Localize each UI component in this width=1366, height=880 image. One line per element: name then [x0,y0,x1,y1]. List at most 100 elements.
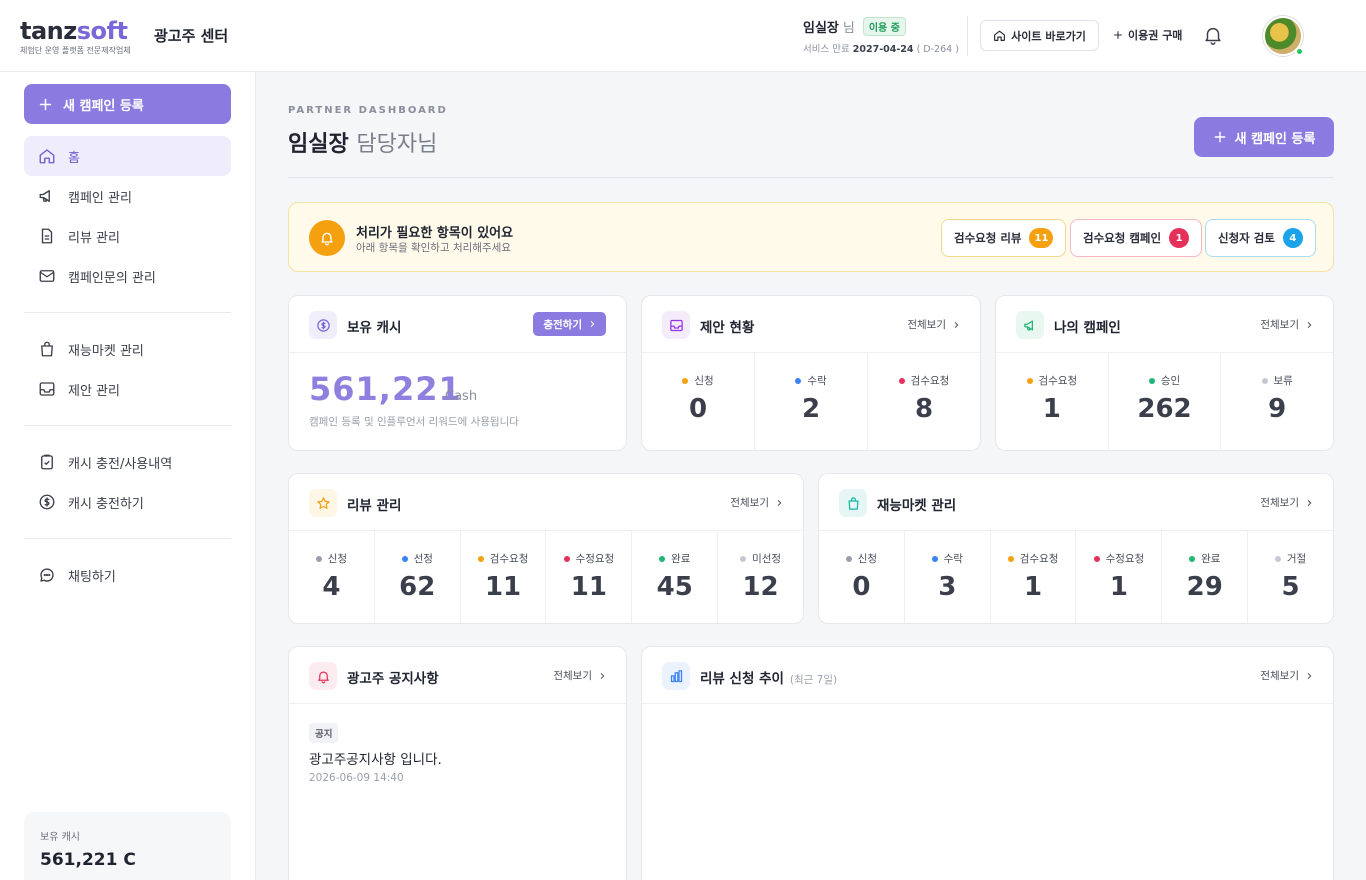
notice-item-title[interactable]: 광고주공지사항 입니다. [309,748,442,768]
stat-value: 0 [852,572,871,602]
view-all-link[interactable]: 전체보기 [1260,317,1313,332]
talent-market-card: 재능마켓 관리 전체보기 신청 0 수락 3 검수요청 1 수정요청 1 완료 29 거절… [818,473,1334,624]
stat-item[interactable]: 검수요청 8 [868,353,980,450]
site-shortcut-label: 사이트 바로가기 [1011,29,1086,43]
stat-item[interactable]: 수정요청 11 [546,531,633,623]
user-suffix: 님 [842,21,855,36]
site-shortcut-button[interactable]: 사이트 바로가기 [980,20,1099,51]
sidebar-item-home[interactable]: 홈 [24,136,231,176]
sidebar-new-campaign-label: 새 캠페인 등록 [63,98,144,114]
stat-item[interactable]: 완료 29 [1162,531,1249,623]
stat-item[interactable]: 완료 45 [632,531,719,623]
trend-period-hint: (최근 7일) [789,674,838,686]
sidebar-item-label: 재능마켓 관리 [68,343,144,359]
new-campaign-label: 새 캠페인 등록 [1234,131,1316,147]
stat-value: 2 [801,394,821,424]
sidebar-item-label: 리뷰 관리 [68,230,120,246]
view-all-link[interactable]: 전체보기 [1260,668,1313,683]
stat-label: 거절 [1286,553,1307,565]
sidebar-new-campaign-button[interactable]: 새 캠페인 등록 [24,84,231,124]
chevron-right-icon [600,672,605,679]
stat-item[interactable]: 검수요청 1 [991,531,1077,623]
stat-item[interactable]: 검수요청 1 [996,353,1109,450]
clipboard-icon [41,454,53,470]
stat-value: 262 [1137,394,1192,424]
stat-label: 완료 [1201,553,1221,565]
stat-item[interactable]: 수락 2 [755,353,868,450]
pending-review-pill[interactable]: 검수요청 리뷰 11 [941,219,1067,257]
status-dot [1026,377,1033,384]
status-dot [315,555,322,562]
buy-pass-link[interactable]: 이용권 구매 [1113,27,1182,43]
stat-label: 수락 [807,375,827,387]
stat-item[interactable]: 신청 0 [819,531,905,623]
view-all-link[interactable]: 전체보기 [907,317,960,332]
stat-value: 8 [914,394,934,424]
review-trend-card: 리뷰 신청 추이 (최근 7일) 전체보기 [641,646,1334,880]
top-header: tanzsoft 체험단 운영 플랫폼 전문제작업체 광고주 센터 임실장 님 … [0,0,1366,72]
status-dot [1148,377,1155,384]
stat-item[interactable]: 검수요청 11 [461,531,547,623]
sidebar-item-cash-history[interactable]: 캐시 충전/사용내역 [24,442,231,482]
applicant-review-pill[interactable]: 신청자 검토 4 [1205,219,1316,257]
stat-item[interactable]: 선정 62 [375,531,461,623]
sidebar-item-inquiry[interactable]: 캠페인문의 관리 [24,256,231,296]
sidebar-item-campaign[interactable]: 캠페인 관리 [24,176,231,216]
sidebar-item-label: 제안 관리 [68,383,120,399]
card-title: 리뷰 관리 [347,498,402,514]
advertiser-notice-card: 광고주 공지사항 전체보기 공지 광고주공지사항 입니다. 2026-06-09… [288,646,627,880]
sidebar-item-market[interactable]: 재능마켓 관리 [24,329,231,369]
status-badge: 이용 중 [862,17,906,36]
stat-label: 검수요청 [1019,553,1059,565]
sidebar-item-proposal[interactable]: 제안 관리 [24,369,231,409]
sidebar-item-label: 캠페인문의 관리 [68,270,156,286]
card-title: 보유 캐시 [347,320,402,336]
stat-row: 검수요청 1 승인 262 보류 9 [996,353,1333,450]
pill-label: 검수요청 리뷰 [954,231,1022,245]
logo[interactable]: tanzsoft 체험단 운영 플랫폼 전문제작업체 [20,18,131,56]
stat-item[interactable]: 거절 5 [1248,531,1333,623]
card-title: 재능마켓 관리 [877,498,957,514]
sidebar-item-review[interactable]: 리뷰 관리 [24,216,231,256]
view-all-link[interactable]: 전체보기 [553,668,606,683]
stat-item[interactable]: 신청 4 [289,531,375,623]
dollar-icon [309,311,337,339]
stat-label: 수정요청 [575,553,615,565]
chevron-right-icon [1307,321,1312,328]
stat-item[interactable]: 수락 3 [905,531,991,623]
my-campaign-card: 나의 캠페인 전체보기 검수요청 1 승인 262 보류 9 [995,295,1334,451]
sidebar-item-label: 채팅하기 [68,569,116,585]
stat-item[interactable]: 신청 0 [642,353,755,450]
chevron-right-icon [1307,672,1312,679]
sidebar-item-label: 홈 [68,150,80,166]
stat-value: 45 [656,572,693,602]
alert-subtitle: 아래 항목을 확인하고 처리해주세요 [356,242,511,254]
bell-icon [309,662,337,690]
sidebar-item-chat[interactable]: 채팅하기 [24,555,231,595]
status-dot [1007,555,1014,562]
view-all-link[interactable]: 전체보기 [1260,495,1313,510]
stat-label: 신청 [857,553,878,565]
expiry-dday: ( D-264 ) [916,44,959,55]
stat-item[interactable]: 승인 262 [1109,353,1222,450]
megaphone-icon [39,190,50,202]
stat-item[interactable]: 보류 9 [1221,353,1333,450]
sidebar: 새 캠페인 등록 홈 캠페인 관리 리뷰 관리 캠페인문의 관리 재능마켓 관리… [0,72,256,880]
cash-unit: Cash [445,389,478,404]
stat-label: 검수요청 [489,553,529,565]
view-all-label: 전체보기 [907,319,946,331]
center-title: 광고주 센터 [154,27,229,45]
stat-label: 승인 [1160,375,1181,387]
shopping-bag-icon [41,341,53,357]
sidebar-item-cash-charge[interactable]: 캐시 충전하기 [24,482,231,522]
new-campaign-button[interactable]: 새 캠페인 등록 [1194,117,1334,157]
stat-item[interactable]: 수정요청 1 [1076,531,1163,623]
stat-item[interactable]: 미선정 12 [718,531,803,623]
view-all-link[interactable]: 전체보기 [730,495,783,510]
sidebar-divider [24,425,231,426]
stat-label: 검수요청 [910,375,950,387]
pending-campaign-pill[interactable]: 검수요청 캠페인 1 [1070,219,1203,257]
charge-button[interactable]: 충전하기 [533,312,606,336]
document-icon [41,228,53,244]
notification-bell-icon[interactable] [1202,24,1224,50]
